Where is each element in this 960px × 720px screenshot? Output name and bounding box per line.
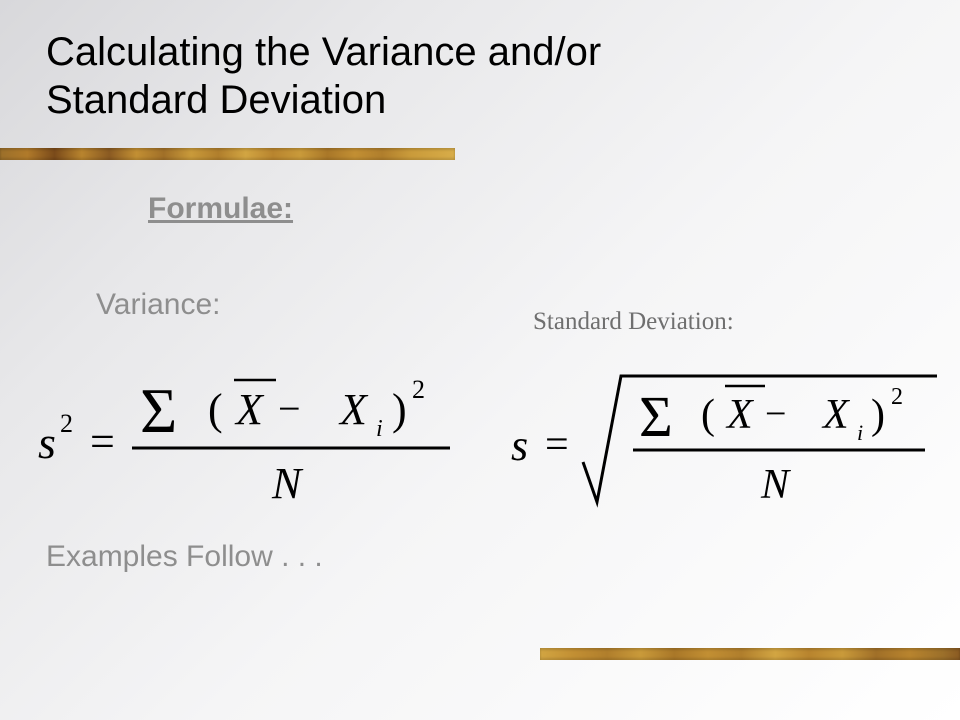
xi-subscript: i xyxy=(376,416,383,442)
close-paren: ) xyxy=(871,392,885,438)
close-paren: ) xyxy=(392,385,407,434)
sigma-icon: Σ xyxy=(639,384,673,449)
xi-base: X xyxy=(821,392,851,438)
xbar: X xyxy=(234,385,265,434)
denominator-n: N xyxy=(271,459,304,508)
minus-sign: − xyxy=(765,393,786,435)
formulae-heading: Formulae: xyxy=(148,192,293,226)
squared-exp: 2 xyxy=(891,384,903,410)
slide-title: Calculating the Variance and/or Standard… xyxy=(46,28,601,124)
stddev-lhs-base: s xyxy=(511,421,528,470)
squared-exp: 2 xyxy=(412,375,425,404)
stddev-formula: s = Σ ( X − X i ) 2 N xyxy=(505,352,945,527)
variance-formula: s 2 = Σ ( X − X i ) 2 N xyxy=(32,360,462,515)
minus-sign: − xyxy=(278,386,301,431)
denominator-n: N xyxy=(760,462,791,508)
equals-sign: = xyxy=(90,417,115,466)
title-line-1: Calculating the Variance and/or xyxy=(46,30,601,74)
equals-sign: = xyxy=(545,422,569,468)
open-paren: ( xyxy=(208,385,223,434)
title-line-2: Standard Deviation xyxy=(46,78,386,122)
decorative-bar-bottom xyxy=(540,648,960,660)
xi-subscript: i xyxy=(857,420,863,445)
variance-label: Variance: xyxy=(96,288,221,322)
examples-follow-label: Examples Follow . . . xyxy=(46,540,323,574)
xi-base: X xyxy=(338,385,369,434)
variance-lhs-base: s xyxy=(38,417,56,468)
variance-lhs-exp: 2 xyxy=(60,409,73,438)
sigma-icon: Σ xyxy=(140,375,177,446)
decorative-bar-top xyxy=(0,148,455,160)
xbar: X xyxy=(725,392,755,438)
open-paren: ( xyxy=(701,392,715,438)
stddev-label: Standard Deviation: xyxy=(533,308,734,336)
